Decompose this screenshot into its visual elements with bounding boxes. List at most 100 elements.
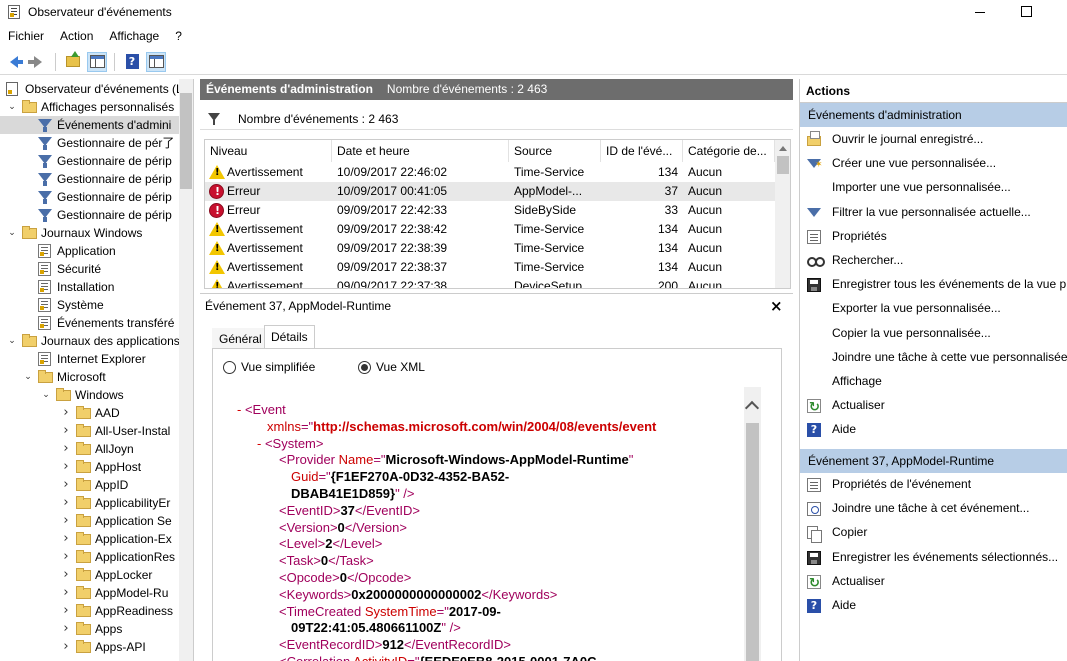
up-level-button[interactable]: [63, 51, 83, 72]
radio-xml-view[interactable]: [358, 361, 371, 374]
tree-item[interactable]: ⌄ Journaux Windows: [0, 224, 179, 242]
tree-item[interactable]: Internet Explorer: [0, 350, 179, 368]
tree-scrollbar[interactable]: [179, 79, 193, 661]
help-button[interactable]: ?: [122, 52, 142, 72]
table-scroll-thumb[interactable]: [777, 156, 789, 174]
collapse-arrow-icon[interactable]: ›: [60, 422, 72, 440]
menu-help[interactable]: ?: [167, 26, 190, 46]
tree-item[interactable]: › Apps-API: [0, 638, 179, 656]
table-row[interactable]: Avertissement 09/09/2017 22:38:42 Time-Ser…: [205, 220, 775, 239]
action-item[interactable]: Filtrer la vue personnalisée actuelle...: [800, 201, 1067, 225]
tree-item[interactable]: › AllJoyn: [0, 440, 179, 458]
action-item[interactable]: ? Aide: [800, 418, 1067, 442]
scroll-up-icon[interactable]: [779, 146, 787, 151]
collapse-arrow-icon[interactable]: ›: [60, 602, 72, 620]
table-scrollbar[interactable]: [775, 140, 790, 288]
action-item[interactable]: Propriétés: [800, 225, 1067, 249]
tree-item[interactable]: Application: [0, 242, 179, 260]
table-row[interactable]: Avertissement 09/09/2017 22:38:39 Time-Ser…: [205, 239, 775, 258]
tree-item[interactable]: Gestionnaire de périp: [0, 206, 179, 224]
expand-arrow-icon[interactable]: ⌄: [6, 224, 18, 242]
tree-item[interactable]: › AppModel-Ru: [0, 584, 179, 602]
menu-action[interactable]: Action: [52, 26, 101, 46]
collapse-arrow-icon[interactable]: ›: [60, 530, 72, 548]
minimize-button[interactable]: [962, 0, 998, 24]
collapse-arrow-icon[interactable]: ›: [60, 584, 72, 602]
collapse-arrow-icon[interactable]: ›: [60, 620, 72, 638]
xml-scroll-up-icon[interactable]: [744, 400, 760, 416]
tree-item[interactable]: Système: [0, 296, 179, 314]
action-item[interactable]: Enregistrer tous les événements de la vu…: [800, 273, 1067, 297]
expand-arrow-icon[interactable]: ⌄: [22, 368, 34, 386]
tree-item[interactable]: ⌄ Journaux des applications: [0, 332, 179, 350]
action-item[interactable]: Ouvrir le journal enregistré...: [800, 128, 1067, 152]
tree-item[interactable]: Événements d'admini: [0, 116, 179, 134]
action-item[interactable]: Joindre une tâche à cette vue personnali…: [800, 346, 1067, 370]
collapse-arrow-icon[interactable]: ›: [60, 566, 72, 584]
actions-section-header[interactable]: Événement 37, AppModel-Runtime: [800, 449, 1067, 473]
tree-item[interactable]: Installation: [0, 278, 179, 296]
forward-button[interactable]: [28, 52, 48, 72]
tree-item[interactable]: › Application Se: [0, 512, 179, 530]
action-item[interactable]: Copier: [800, 521, 1067, 545]
action-item[interactable]: Importer une vue personnalisée...: [800, 176, 1067, 200]
menu-fichier[interactable]: Fichier: [0, 26, 52, 46]
tree-item[interactable]: ⌄ Microsoft: [0, 368, 179, 386]
action-item[interactable]: Actualiser: [800, 394, 1067, 418]
table-row[interactable]: Erreur 10/09/2017 00:41:05 AppModel-... 37 A…: [205, 182, 775, 201]
tree-item[interactable]: Sécurité: [0, 260, 179, 278]
collapse-arrow-icon[interactable]: ›: [60, 440, 72, 458]
action-item[interactable]: Actualiser: [800, 570, 1067, 594]
tree-item[interactable]: › AAD: [0, 404, 179, 422]
tree-item[interactable]: Événements transféré: [0, 314, 179, 332]
column-header-source[interactable]: Source: [509, 140, 601, 162]
collapse-arrow-icon[interactable]: ›: [60, 638, 72, 656]
menu-affichage[interactable]: Affichage: [101, 26, 167, 46]
tree-item[interactable]: Gestionnaire de périp: [0, 152, 179, 170]
tree-item[interactable]: Gestionnaire de périp: [0, 188, 179, 206]
show-hide-actions-button[interactable]: [146, 51, 166, 72]
collapse-arrow-icon[interactable]: ›: [60, 476, 72, 494]
back-button[interactable]: [4, 52, 24, 72]
collapse-arrow-icon[interactable]: ›: [60, 404, 72, 422]
tree-item[interactable]: › AppReadiness: [0, 602, 179, 620]
action-item[interactable]: Enregistrer les événements sélectionnés.…: [800, 546, 1067, 570]
column-header-date[interactable]: Date et heure: [332, 140, 509, 162]
tree-item[interactable]: › Apps: [0, 620, 179, 638]
tree-item[interactable]: › ApplicabilityEr: [0, 494, 179, 512]
tree-item[interactable]: › AppHost: [0, 458, 179, 476]
tree-item[interactable]: › All-User-Instal: [0, 422, 179, 440]
xml-scroll-thumb[interactable]: [746, 423, 759, 661]
tree-item[interactable]: ⌄ Windows: [0, 386, 179, 404]
expand-arrow-icon[interactable]: ⌄: [6, 332, 18, 350]
expand-arrow-icon[interactable]: ⌄: [6, 98, 18, 116]
table-row[interactable]: Avertissement 10/09/2017 22:46:02 Time-Ser…: [205, 163, 775, 182]
tree-item[interactable]: › AppLocker: [0, 566, 179, 584]
column-header-category[interactable]: Catégorie de...: [683, 140, 775, 162]
tree-item[interactable]: › ApplicationRes: [0, 548, 179, 566]
tree-item[interactable]: Observateur d'événements (L: [0, 80, 179, 98]
tab-general[interactable]: Général: [212, 328, 269, 349]
action-item[interactable]: ? Aide: [800, 594, 1067, 618]
expand-arrow-icon[interactable]: ⌄: [40, 386, 52, 404]
radio-xml-label[interactable]: Vue XML: [376, 360, 425, 374]
tree-item[interactable]: Gestionnaire de périp: [0, 170, 179, 188]
column-header-event-id[interactable]: ID de l'évé...: [601, 140, 683, 162]
table-row[interactable]: Avertissement 09/09/2017 22:38:37 Time-Ser…: [205, 258, 775, 277]
tree-item[interactable]: Gestionnaire de pér了: [0, 134, 179, 152]
tree-scroll-thumb[interactable]: [180, 93, 192, 189]
collapse-arrow-icon[interactable]: ›: [60, 512, 72, 530]
tree-item[interactable]: ⌄ Affichages personnalisés: [0, 98, 179, 116]
maximize-button[interactable]: [1010, 0, 1046, 24]
close-detail-button[interactable]: ×: [770, 297, 783, 315]
tree-item[interactable]: › Application-Ex: [0, 530, 179, 548]
action-item[interactable]: Rechercher...: [800, 249, 1067, 273]
action-item[interactable]: Joindre une tâche à cet événement...: [800, 497, 1067, 521]
xml-scrollbar[interactable]: [744, 387, 761, 661]
table-row[interactable]: Avertissement 09/09/2017 22:37:38 DeviceSe…: [205, 277, 775, 288]
action-item[interactable]: Copier la vue personnalisée...: [800, 322, 1067, 346]
action-item[interactable]: Exporter la vue personnalisée...: [800, 297, 1067, 321]
column-header-level[interactable]: Niveau: [205, 140, 332, 162]
collapse-arrow-icon[interactable]: ›: [60, 548, 72, 566]
radio-simple-label[interactable]: Vue simplifiée: [241, 360, 315, 374]
